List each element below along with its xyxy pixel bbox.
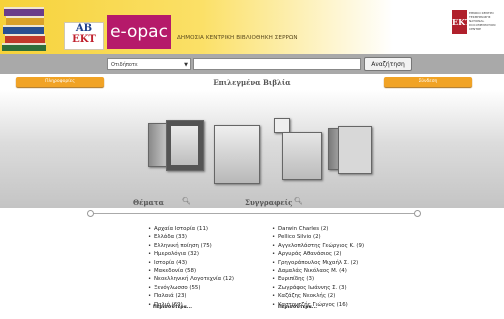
author-link[interactable]: Ζωγράφος Ιωάννης Σ. (3) bbox=[272, 284, 364, 293]
topics-list: Αρχαία Ιστορία (11) Ελλάδα (33) Ελληνική… bbox=[148, 225, 234, 309]
author-link[interactable]: Αργυράς Αθανάσιος (2) bbox=[272, 250, 364, 259]
book-cover[interactable] bbox=[282, 132, 322, 180]
topic-link[interactable]: Μακεδονία (58) bbox=[148, 267, 234, 276]
author-link[interactable]: Darwin Charles (2) bbox=[272, 225, 364, 234]
book-cover[interactable] bbox=[166, 120, 204, 171]
topic-link[interactable]: Νεοελληνική Λογοτεχνία (12) bbox=[148, 275, 234, 284]
author-link[interactable]: Δαμαλάς Νικόλαος Μ. (4) bbox=[272, 267, 364, 276]
site-header: ΑΒ ΕΚΤ e-opac ΔΗΜΟΣΙΑ ΚΕΝΤΡΙΚΗ ΒΙΒΛΙΟΘΗΚ… bbox=[0, 0, 504, 54]
author-link[interactable]: Pellico Silvio (2) bbox=[272, 233, 364, 242]
search-input[interactable] bbox=[193, 58, 361, 70]
authors-title[interactable]: Συγγραφείς bbox=[245, 198, 292, 207]
book-cover[interactable] bbox=[148, 123, 168, 167]
author-link[interactable]: Αγγελοπλάστης Γεώργιος Κ. (9) bbox=[272, 242, 364, 251]
topic-link[interactable]: Ελλάδα (33) bbox=[148, 233, 234, 242]
ekt-partner-logo[interactable]: ΕΚΤ ΕΘΝΙΚΟ ΚΕΝΤΡΟ ΤΕΚΜΗΡΙΩΣΗΣ NATIONAL D… bbox=[452, 10, 502, 44]
dropdown-caret-icon: ▼ bbox=[184, 62, 188, 68]
search-bar: Οτιδήποτε ▼ Αναζήτηση bbox=[0, 54, 504, 74]
topic-link[interactable]: Παλαιά (23) bbox=[148, 292, 234, 301]
divider-slider bbox=[90, 213, 416, 214]
book-cover[interactable] bbox=[338, 126, 372, 174]
login-tab[interactable]: Σύνδεση bbox=[384, 77, 472, 87]
author-link[interactable]: Καζάζης Νεοκλής (2) bbox=[272, 292, 364, 301]
topics-title[interactable]: Θέματα bbox=[133, 198, 164, 207]
search-field-select[interactable]: Οτιδήποτε ▼ bbox=[107, 58, 191, 70]
slider-handle-left[interactable] bbox=[87, 210, 94, 217]
author-link[interactable]: Ευριπίδης (3) bbox=[272, 275, 364, 284]
search-icon[interactable]: 🔍︎ bbox=[182, 197, 191, 205]
topics-more-link[interactable]: Περισσότερα... bbox=[153, 305, 192, 310]
library-name: ΔΗΜΟΣΙΑ ΚΕΝΤΡΙΚΗ ΒΙΒΛΙΟΘΗΚΗ ΣΕΡΡΩΝ bbox=[177, 35, 298, 41]
book-stack-icon bbox=[2, 7, 46, 51]
topic-link[interactable]: Ιστορία (43) bbox=[148, 259, 234, 268]
abekt-logo[interactable]: ΑΒ ΕΚΤ bbox=[64, 22, 104, 50]
book-cover[interactable] bbox=[274, 118, 290, 133]
topic-link[interactable]: Αρχαία Ιστορία (11) bbox=[148, 225, 234, 234]
book-cover[interactable] bbox=[214, 125, 260, 184]
e-opac-logo[interactable]: e-opac bbox=[107, 15, 171, 49]
author-link[interactable]: Γρηγοράπουλος Μιχαήλ Σ. (2) bbox=[272, 259, 364, 268]
featured-books-carousel bbox=[0, 90, 504, 208]
topic-link[interactable]: Ξενόγλωσσο (55) bbox=[148, 284, 234, 293]
topic-link[interactable]: Ημερολόγια (32) bbox=[148, 250, 234, 259]
search-icon[interactable]: 🔍︎ bbox=[294, 197, 303, 205]
authors-list: Darwin Charles (2) Pellico Silvio (2) Αγ… bbox=[272, 225, 364, 309]
topic-link[interactable]: Ελληνική ποίηση (75) bbox=[148, 242, 234, 251]
search-button[interactable]: Αναζήτηση bbox=[364, 57, 412, 71]
authors-more-link[interactable]: Περισσότερα... bbox=[278, 305, 317, 310]
slider-handle-right[interactable] bbox=[414, 210, 421, 217]
